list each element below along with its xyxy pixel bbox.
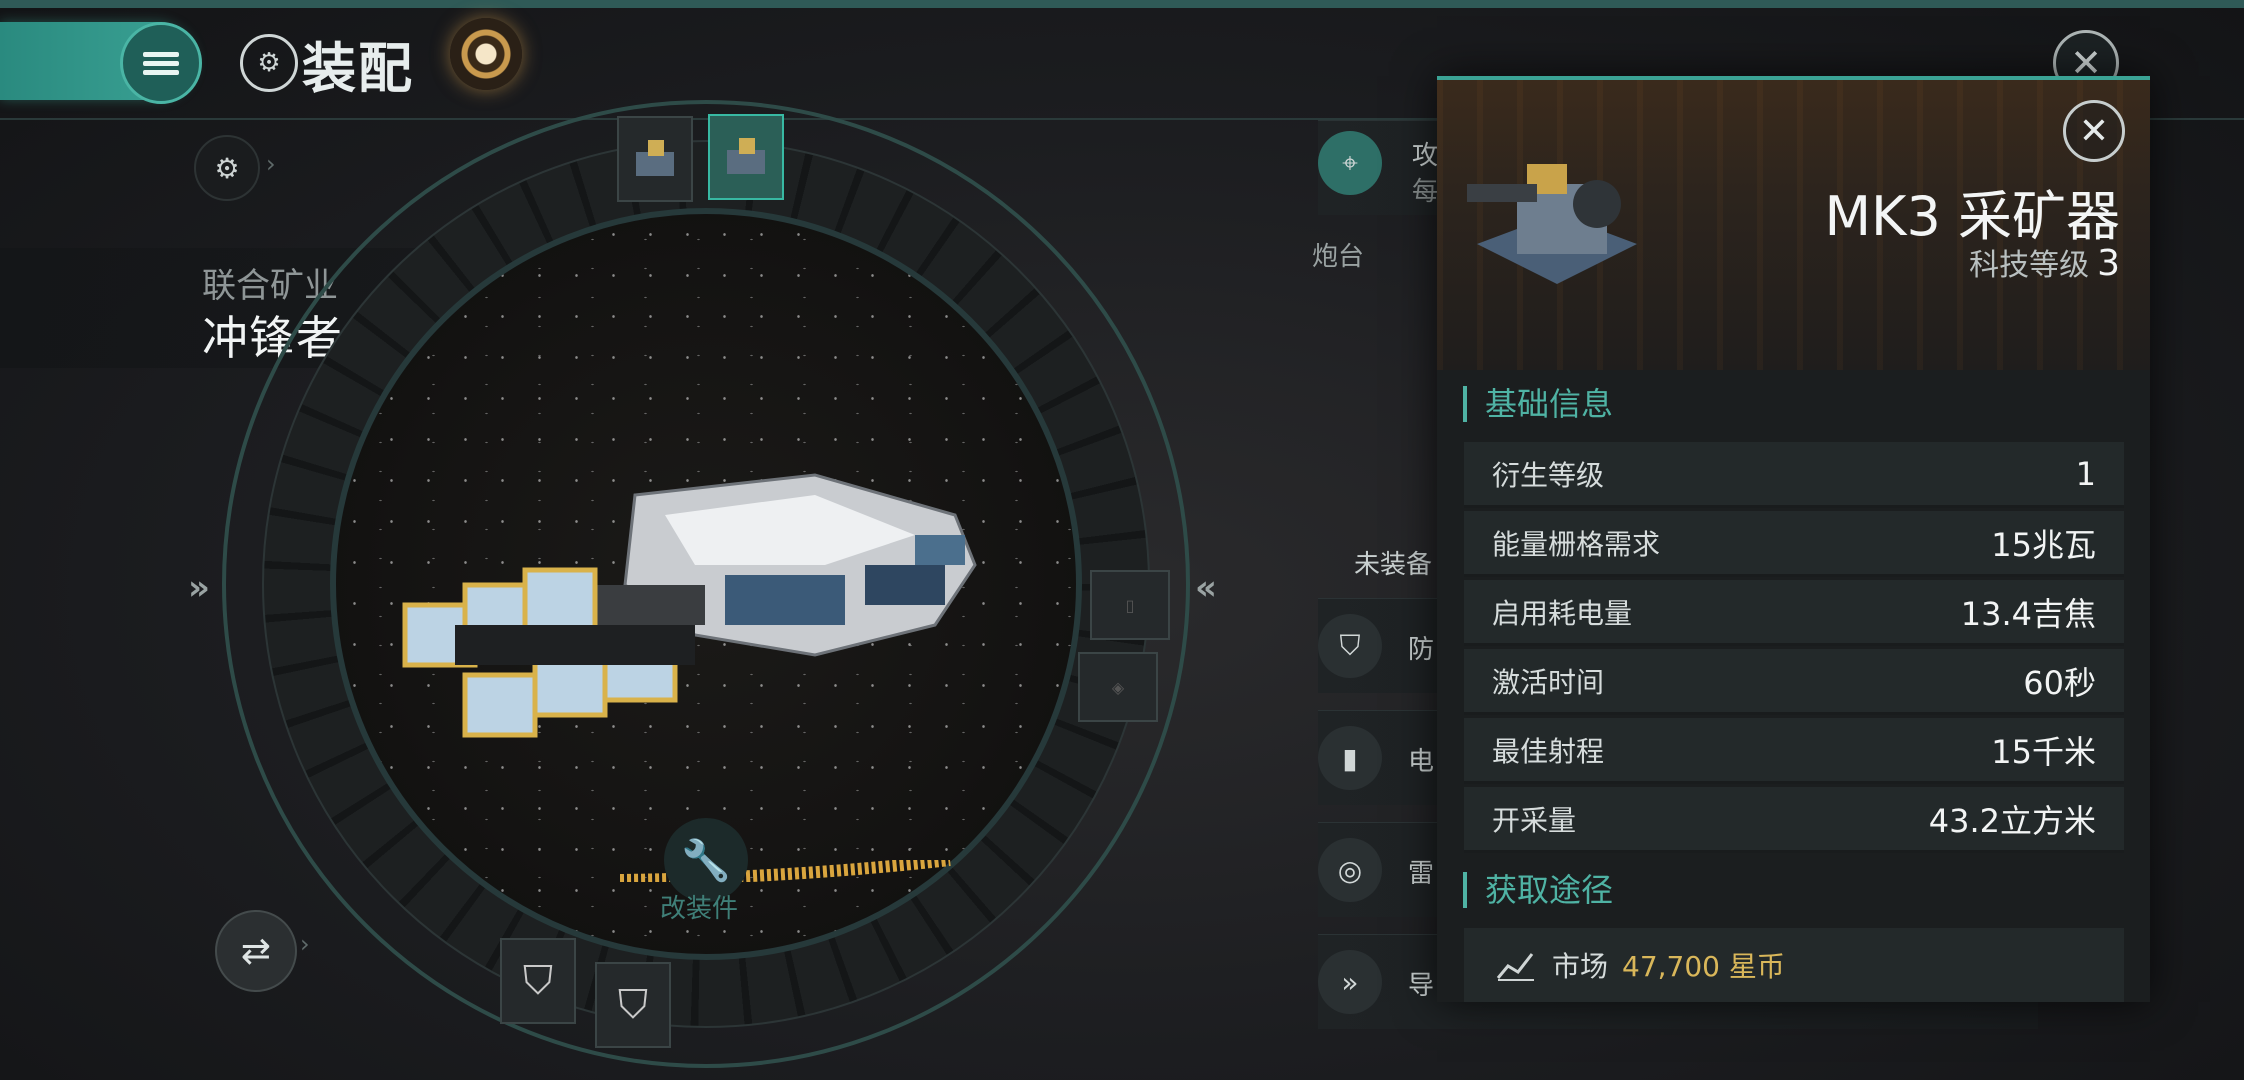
close-icon[interactable]: ✕ xyxy=(2063,100,2125,162)
side-slot-2[interactable]: ◈ xyxy=(1078,652,1158,722)
category-label: 导 xyxy=(1408,971,1435,1001)
next-arrows-icon[interactable]: « xyxy=(1195,568,1217,608)
missile-icon: » xyxy=(1318,950,1382,1014)
turret-slot-2[interactable] xyxy=(708,114,784,200)
stat-row: 能量栅格需求 15兆瓦 xyxy=(1464,511,2124,577)
side-slot-1[interactable]: ▯ xyxy=(1090,570,1170,640)
chevron-right-icon: › xyxy=(266,150,276,178)
basic-info-title: 基础信息 xyxy=(1463,386,1613,422)
radar-icon: ◎ xyxy=(1318,838,1382,902)
category-label: 雷 xyxy=(1408,859,1435,889)
turret-icon: ⌖ xyxy=(1318,131,1382,195)
slot-icon: ◈ xyxy=(1111,677,1125,697)
top-strip xyxy=(0,0,2244,8)
stat-row: 开采量 43.2立方米 xyxy=(1464,787,2124,853)
refit-label: 改装件 xyxy=(660,894,739,924)
category-label: 电 xyxy=(1408,747,1435,777)
prev-arrows-icon[interactable]: » xyxy=(188,568,210,608)
market-price: 47,700 星币 xyxy=(1622,950,1785,983)
category-label: 攻 xyxy=(1412,141,1439,171)
category-sub: 每 xyxy=(1412,177,1439,207)
turret-slot-1[interactable] xyxy=(617,116,693,202)
shield-add-icon: ⛉ xyxy=(523,958,553,1004)
chevron-right-icon: › xyxy=(300,930,310,958)
stat-row: 最佳射程 15千米 xyxy=(1464,718,2124,784)
battery-icon: ▮ xyxy=(1318,726,1382,790)
item-image xyxy=(1467,164,1637,284)
config-icon[interactable]: ⚙ xyxy=(194,135,260,201)
turret-icon xyxy=(727,138,765,174)
stat-row: 启用耗电量 13.4吉焦 xyxy=(1464,580,2124,646)
category-label: 防 xyxy=(1408,635,1435,665)
stat-row: 衍生等级 1 xyxy=(1464,442,2124,508)
shield-slot[interactable]: ⛉ xyxy=(595,962,671,1048)
shield-icon: ⛉ xyxy=(618,982,648,1028)
turret-section-label: 炮台 xyxy=(1312,242,1365,272)
turret-icon xyxy=(636,140,674,176)
market-label: 市场 xyxy=(1552,950,1609,983)
chart-icon xyxy=(1496,953,1534,981)
shield-icon: ⛉ xyxy=(1318,614,1382,678)
item-detail-popup: ✕ MK3 采矿器 科技等级 3 基础信息 衍生等级 1 能量栅格需求 15兆瓦 启用… xyxy=(1437,76,2150,1002)
market-row[interactable]: 市场 47,700 星币 xyxy=(1464,928,2124,1002)
shield-slot-add[interactable]: ⛉ xyxy=(500,938,576,1024)
page-title: 装配 xyxy=(302,37,414,100)
unequipped-label: 未装备 xyxy=(1354,550,1433,580)
swap-icon[interactable]: ⇄ xyxy=(215,910,297,992)
hamburger-icon xyxy=(143,48,179,79)
ship-model xyxy=(402,473,977,738)
menu-button[interactable] xyxy=(120,22,202,104)
acquire-title: 获取途径 xyxy=(1463,872,1613,908)
stat-row: 激活时间 60秒 xyxy=(1464,649,2124,715)
slot-icon: ▯ xyxy=(1125,595,1135,615)
tech-level: 科技等级 3 xyxy=(1969,243,2120,284)
fitting-icon: ⚙ xyxy=(240,34,298,92)
target-icon[interactable] xyxy=(450,18,522,90)
